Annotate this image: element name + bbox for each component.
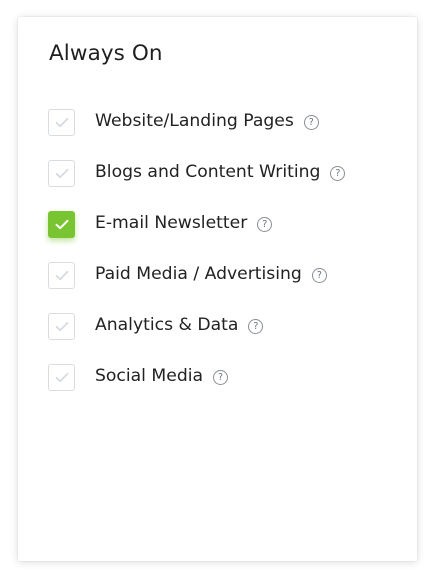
checkbox[interactable] [48, 262, 75, 289]
question-circle-icon[interactable]: ? [303, 115, 319, 130]
option-website-landing-pages[interactable]: Website/Landing Pages ? [48, 109, 408, 160]
question-circle-icon[interactable]: ? [257, 217, 273, 232]
checkbox[interactable] [48, 109, 75, 136]
option-label: Analytics & Data [95, 315, 239, 335]
option-label: E-mail Newsletter [95, 213, 248, 233]
checkbox-checked[interactable] [48, 211, 75, 238]
options-list: Website/Landing Pages ? Blogs and Conten… [48, 109, 408, 415]
option-label: Blogs and Content Writing [95, 162, 321, 182]
checkmark-icon [55, 270, 69, 281]
option-email-newsletter[interactable]: E-mail Newsletter ? [48, 211, 408, 262]
question-circle-icon[interactable]: ? [213, 370, 229, 385]
checkmark-icon [55, 321, 69, 332]
checkmark-icon [55, 219, 69, 230]
option-label: Website/Landing Pages [95, 111, 294, 131]
option-label: Social Media [95, 366, 204, 386]
checkbox[interactable] [48, 160, 75, 187]
option-blogs-content-writing[interactable]: Blogs and Content Writing ? [48, 160, 408, 211]
checkbox[interactable] [48, 313, 75, 340]
question-circle-icon[interactable]: ? [330, 166, 346, 181]
always-on-card: Always On Website/Landing Pages ? Blogs … [18, 17, 417, 561]
checkmark-icon [55, 168, 69, 179]
checkmark-icon [55, 117, 69, 128]
option-paid-media-advertising[interactable]: Paid Media / Advertising ? [48, 262, 408, 313]
question-circle-icon[interactable]: ? [311, 268, 327, 283]
question-circle-icon[interactable]: ? [248, 319, 264, 334]
card-title: Always On [49, 41, 163, 66]
option-label: Paid Media / Advertising [95, 264, 302, 284]
option-analytics-data[interactable]: Analytics & Data ? [48, 313, 408, 364]
checkbox[interactable] [48, 364, 75, 391]
checkmark-icon [55, 372, 69, 383]
option-social-media[interactable]: Social Media ? [48, 364, 408, 415]
